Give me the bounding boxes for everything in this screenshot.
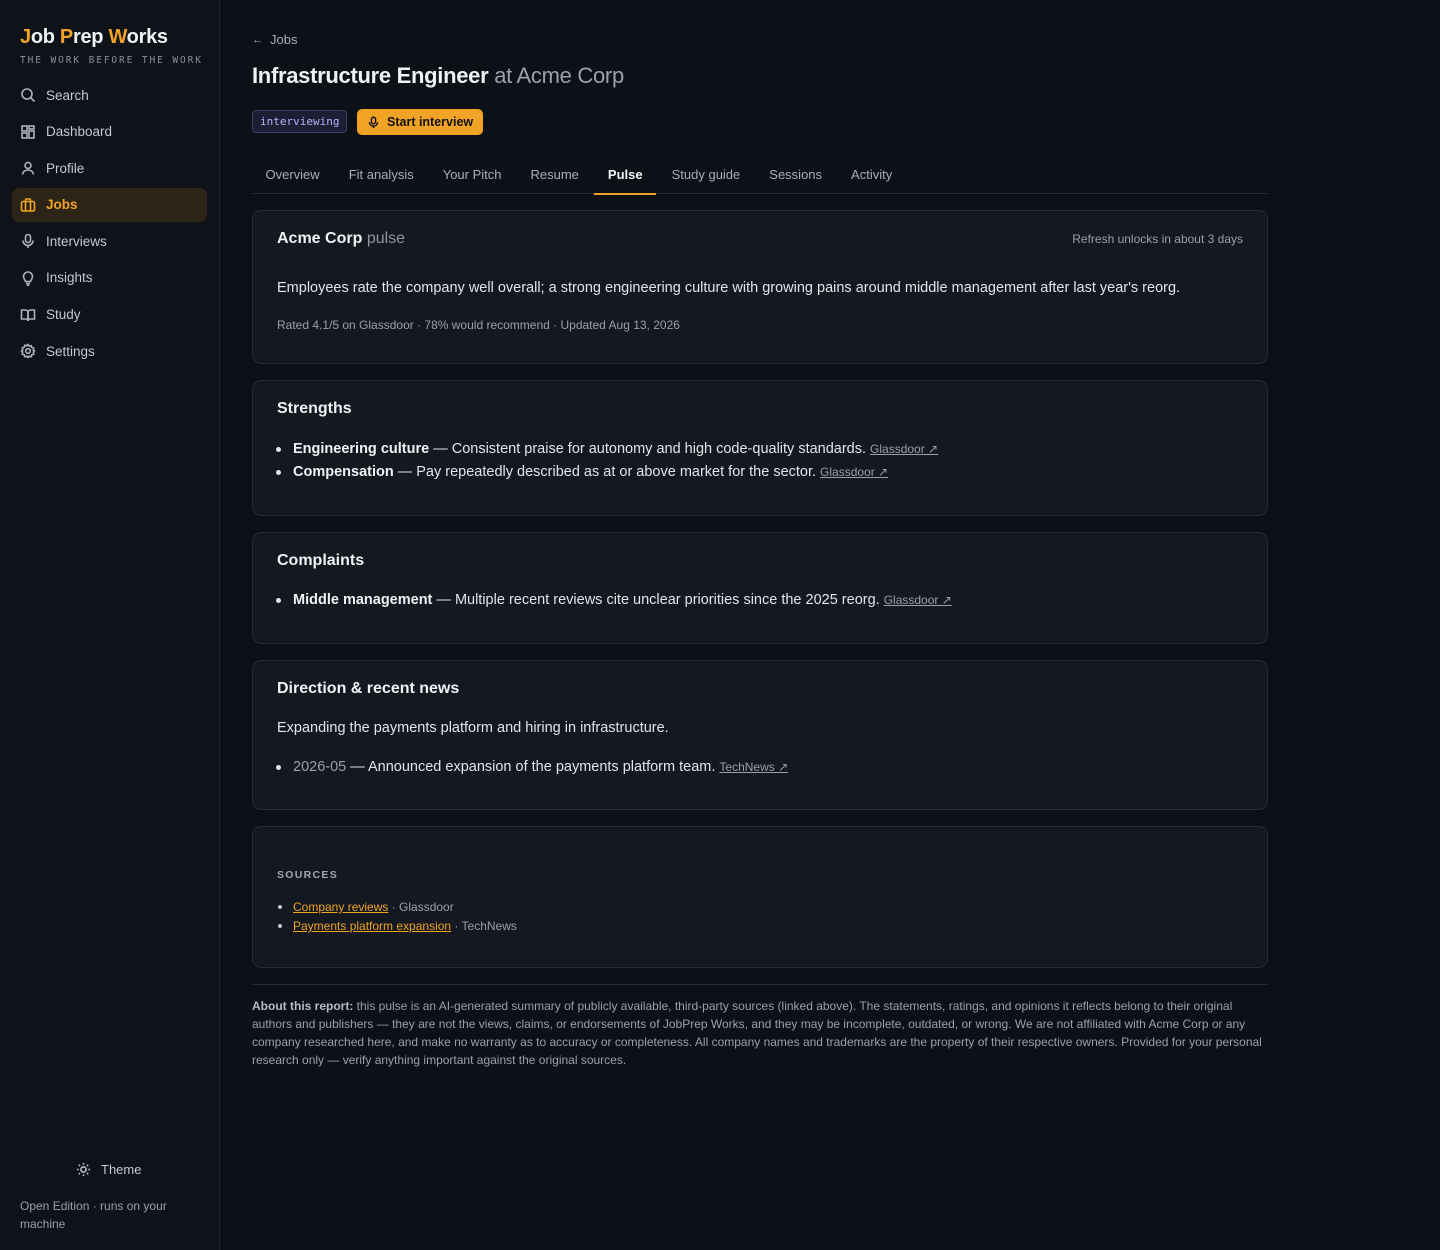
microphone-icon [368, 115, 379, 128]
sidebar-item-interviews[interactable]: Interviews [12, 224, 207, 258]
dashboard-icon [21, 124, 35, 139]
direction-summary: Expanding the payments platform and hiri… [277, 720, 669, 736]
source-link[interactable]: TechNews ↗ [719, 760, 788, 774]
briefcase-icon [20, 197, 36, 212]
brand: Job Prep Works THE WORK BEFORE THE WORK [20, 26, 203, 66]
pulse-company: Acme Corp [277, 230, 363, 247]
source-link[interactable]: Glassdoor ↗ [870, 442, 938, 456]
tab-overview[interactable]: Overview [252, 158, 333, 194]
gear-icon [20, 343, 36, 359]
sources-list: Company reviews · Glassdoor Payments pla… [278, 898, 517, 936]
list-item: Company reviews · Glassdoor [278, 898, 517, 917]
section-title: Complaints [277, 552, 365, 569]
sources-heading: SOURCES [277, 869, 339, 881]
sidebar-item-label: Jobs [46, 197, 78, 213]
pulse-summary: Employees rate the company well overall;… [277, 280, 1181, 296]
theme-label: Theme [101, 1162, 142, 1177]
sidebar-item-label: Profile [46, 160, 85, 176]
tab-sessions[interactable]: Sessions [756, 158, 836, 194]
tab-activity[interactable]: Activity [838, 158, 906, 194]
pulse-summary-card: Acme Corp pulse Refresh unlocks in about… [252, 210, 1268, 364]
sidebar: Job Prep Works THE WORK BEFORE THE WORK … [0, 0, 220, 1250]
search-icon [21, 88, 36, 103]
back-to-jobs-link[interactable]: ← Jobs [252, 32, 297, 47]
sidebar-item-dashboard[interactable]: Dashboard [12, 115, 207, 149]
app-logo[interactable]: Job Prep Works [20, 26, 203, 49]
sidebar-item-settings[interactable]: Settings [12, 334, 207, 368]
direction-card: Direction & recent news Expanding the pa… [252, 660, 1268, 810]
complaints-card: Complaints Middle management — Multiple … [252, 532, 1268, 644]
status-badge: interviewing [252, 110, 348, 133]
sidebar-item-label: Insights [46, 270, 93, 286]
theme-toggle-button[interactable]: Theme [76, 1162, 141, 1177]
job-title: Infrastructure Engineer [252, 63, 489, 88]
book-icon [20, 308, 36, 321]
sidebar-item-jobs[interactable]: Jobs [12, 187, 207, 222]
tab-fit-analysis[interactable]: Fit analysis [335, 158, 427, 194]
report-disclaimer: About this report: this pulse is an AI-g… [252, 984, 1268, 1069]
source-link[interactable]: Payments platform expansion [293, 919, 451, 933]
sidebar-item-insights[interactable]: Insights [12, 261, 207, 295]
source-link[interactable]: Company reviews [293, 900, 388, 914]
sidebar-nav: Search Dashboard Profile Jobs Interviews… [12, 78, 207, 371]
microphone-icon [22, 234, 34, 249]
sidebar-item-study[interactable]: Study [12, 298, 207, 332]
arrow-left-icon: ← [252, 33, 263, 46]
user-icon [21, 161, 35, 175]
page-title: Infrastructure Engineer at Acme Corp [252, 63, 624, 89]
tab-study-guide[interactable]: Study guide [658, 158, 754, 194]
strengths-list: Engineering culture — Consistent praise … [275, 438, 938, 484]
pulse-meta: Rated 4.1/5 on Glassdoor · 78% would rec… [277, 318, 680, 332]
list-item: Middle management — Multiple recent revi… [276, 589, 952, 612]
complaints-list: Middle management — Multiple recent revi… [276, 589, 952, 612]
list-item: Compensation — Pay repeatedly described … [275, 461, 938, 484]
sidebar-item-profile[interactable]: Profile [12, 151, 207, 185]
source-link[interactable]: Glassdoor ↗ [884, 593, 952, 607]
list-item: Payments platform expansion · TechNews [278, 917, 517, 936]
tab-your-pitch[interactable]: Your Pitch [429, 158, 515, 194]
strengths-card: Strengths Engineering culture — Consiste… [252, 380, 1268, 516]
company-suffix: at Acme Corp [494, 63, 624, 88]
sun-icon [76, 1162, 91, 1177]
lightbulb-icon [22, 271, 34, 286]
news-list: 2026-05 — Announced expansion of the pay… [275, 756, 788, 779]
sidebar-item-label: Interviews [46, 233, 107, 249]
section-title: Strengths [277, 400, 352, 417]
sidebar-item-label: Settings [46, 343, 95, 359]
pulse-title: Acme Corp pulse [277, 230, 405, 248]
tab-bar: Overview Fit analysis Your Pitch Resume … [252, 158, 1268, 195]
source-link[interactable]: Glassdoor ↗ [820, 465, 888, 479]
list-item: 2026-05 — Announced expansion of the pay… [275, 756, 788, 779]
sidebar-item-label: Study [46, 307, 81, 323]
section-title: Direction & recent news [277, 680, 460, 697]
tab-resume[interactable]: Resume [517, 158, 592, 194]
sidebar-item-label: Dashboard [46, 124, 113, 140]
list-item: Engineering culture — Consistent praise … [275, 438, 938, 461]
pulse-suffix: pulse [366, 230, 406, 247]
refresh-status: Refresh unlocks in about 3 days [1072, 232, 1243, 246]
start-interview-label: Start interview [387, 115, 474, 129]
edition-note: Open Edition · runs on your machine [20, 1199, 167, 1231]
sidebar-item-search[interactable]: Search [12, 78, 207, 112]
sidebar-item-label: Search [46, 87, 89, 103]
sources-card: SOURCES Company reviews · Glassdoor Paym… [252, 826, 1268, 968]
tab-pulse[interactable]: Pulse [594, 158, 656, 195]
back-label: Jobs [270, 32, 298, 47]
brand-tagline: THE WORK BEFORE THE WORK [20, 55, 203, 66]
start-interview-button[interactable]: Start interview [357, 109, 484, 135]
